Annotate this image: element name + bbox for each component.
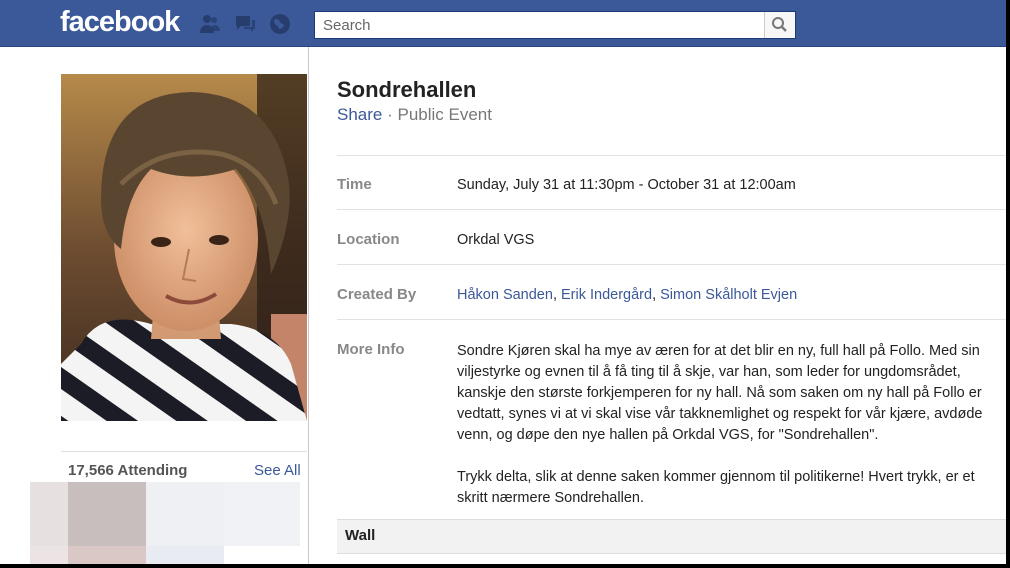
separator-dot: · xyxy=(382,105,398,124)
divider xyxy=(337,209,1006,210)
left-column: 17,566 Attending See All xyxy=(0,47,308,564)
attendee-thumbnail xyxy=(146,482,224,546)
creators-list: Håkon Sanden, Erik Indergård, Simon Skål… xyxy=(457,287,797,303)
more-info-paragraph: Trykk delta, slik at denne saken kommer … xyxy=(457,469,975,506)
event-type: Public Event xyxy=(397,105,492,124)
more-info-paragraph: Sondre Kjøren skal ha mye av æren for at… xyxy=(457,343,983,443)
attendee-thumbnail xyxy=(224,482,300,546)
divider xyxy=(337,155,1006,156)
event-title: Sondrehallen xyxy=(337,77,477,102)
event-subline: Share · Public Event xyxy=(337,105,492,125)
top-bar: facebook xyxy=(0,0,1006,47)
location-label: Location xyxy=(337,231,400,248)
event-main-panel: Sondrehallen Share · Public Event Time S… xyxy=(308,47,1006,564)
search-button[interactable] xyxy=(764,12,795,38)
divider xyxy=(61,451,307,452)
search-box[interactable] xyxy=(314,11,796,39)
attendee-thumbnail xyxy=(30,546,68,564)
attendee-thumbnail xyxy=(30,482,68,546)
more-info-label: More Info xyxy=(337,341,405,358)
creator-separator: , xyxy=(652,287,661,303)
divider xyxy=(337,264,1006,265)
attendee-thumbnail xyxy=(68,546,146,564)
time-value: Sunday, July 31 at 11:30pm - October 31 … xyxy=(457,177,796,193)
attendee-thumbnail xyxy=(68,482,146,546)
messages-icon[interactable] xyxy=(233,12,257,36)
attendee-thumbnail xyxy=(146,546,224,564)
divider xyxy=(337,319,1006,320)
magnifier-icon xyxy=(772,17,787,32)
time-label: Time xyxy=(337,176,372,193)
attending-count[interactable]: 17,566 Attending xyxy=(68,462,187,479)
browser-frame: facebook Search 17,566 Attending See All… xyxy=(0,0,1010,568)
friend-requests-icon[interactable] xyxy=(198,12,222,36)
wall-tab[interactable]: Wall xyxy=(337,519,1006,554)
creator-link[interactable]: Erik Indergård xyxy=(561,287,652,303)
created-by-label: Created By xyxy=(337,286,417,303)
notifications-icon[interactable] xyxy=(268,12,292,36)
creator-separator: , xyxy=(552,287,561,303)
location-value: Orkdal VGS xyxy=(457,232,535,248)
wall-label: Wall xyxy=(345,527,376,544)
search-input[interactable] xyxy=(315,12,771,38)
see-all-link[interactable]: See All xyxy=(254,462,301,479)
attendee-thumbnails xyxy=(30,482,300,564)
creator-link[interactable]: Håkon Sanden xyxy=(457,287,553,303)
more-info-text: Sondre Kjøren skal ha mye av æren for at… xyxy=(457,341,1006,530)
facebook-logo[interactable]: facebook xyxy=(60,6,180,39)
creator-link[interactable]: Simon Skålholt Evjen xyxy=(660,287,797,303)
event-profile-photo[interactable] xyxy=(61,74,307,421)
share-link[interactable]: Share xyxy=(337,105,382,124)
